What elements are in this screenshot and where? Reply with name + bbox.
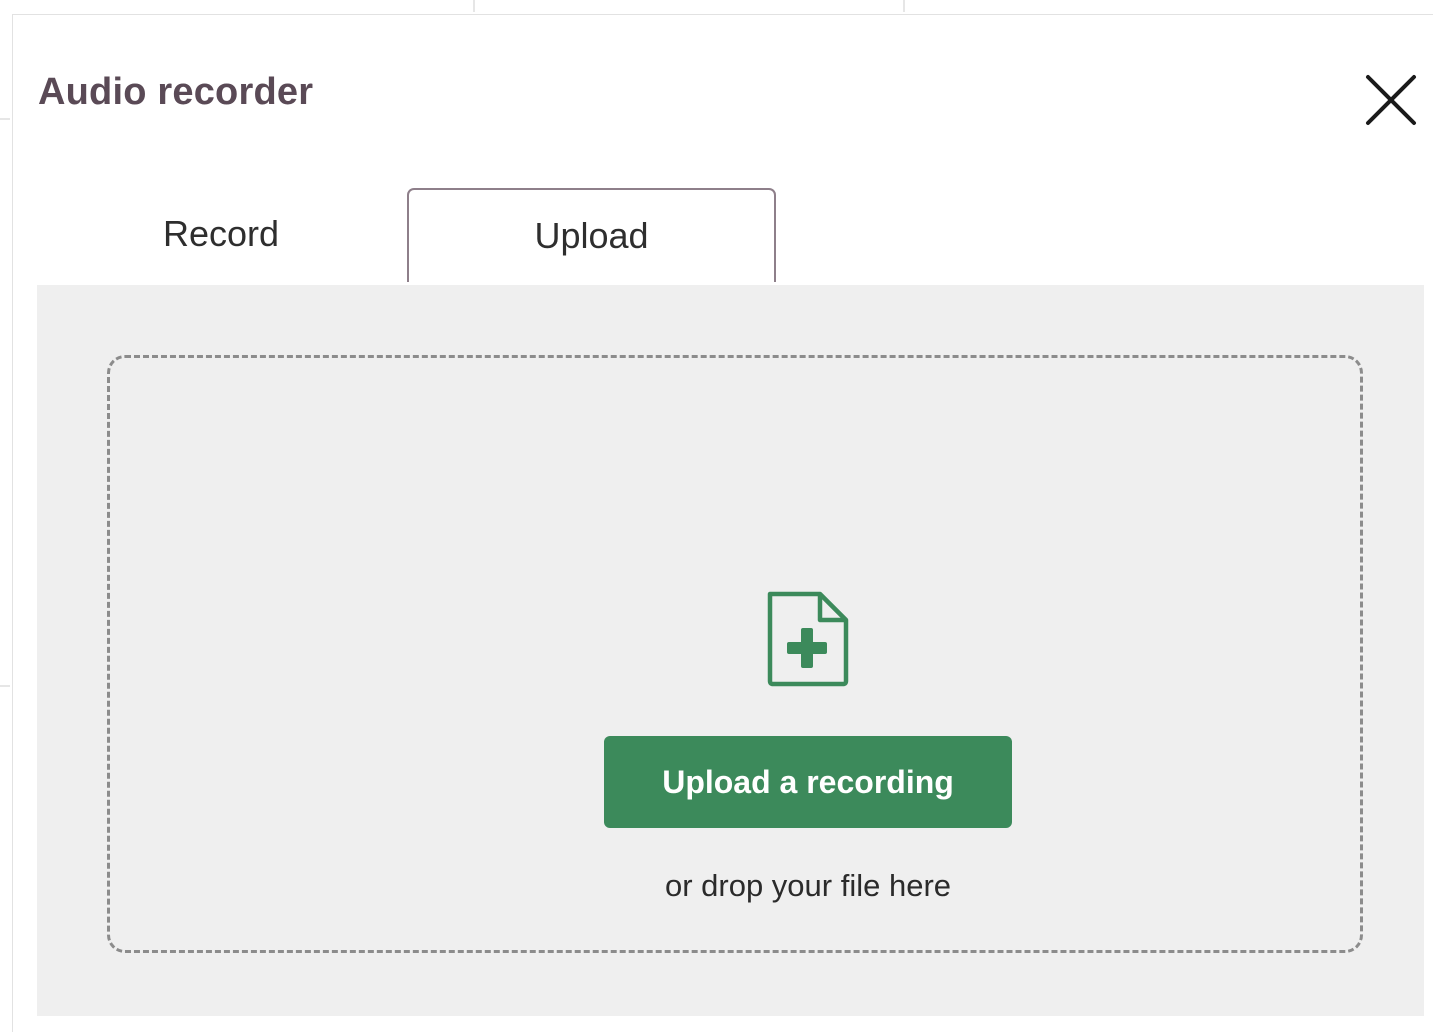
drop-hint-text: or drop your file here [664,868,952,903]
upload-panel: Upload a recording or drop your file her… [37,285,1424,1016]
close-icon [1366,75,1416,125]
close-button[interactable] [1363,72,1419,128]
backdrop-divider [903,0,905,12]
upload-recording-button[interactable]: Upload a recording [604,736,1012,828]
backdrop-divider [0,685,10,687]
tab-record[interactable]: Record [37,188,405,280]
audio-recorder-dialog: Audio recorder Record Upload Upload a re… [12,14,1433,1032]
backdrop-divider [473,0,475,12]
file-plus-icon [767,591,849,687]
file-dropzone[interactable]: Upload a recording or drop your file her… [107,355,1363,953]
dialog-title: Audio recorder [38,71,314,113]
tab-upload[interactable]: Upload [407,188,776,282]
tab-bar: Record Upload [37,188,1424,285]
backdrop-divider [0,118,10,120]
